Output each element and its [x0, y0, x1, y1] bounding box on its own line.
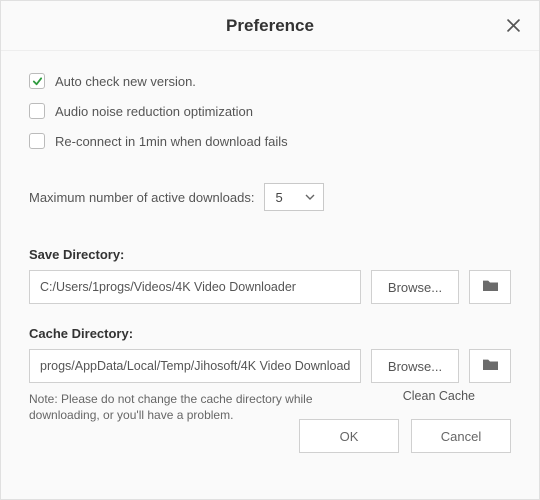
- auto-update-label: Auto check new version.: [55, 74, 196, 89]
- save-dir-open-button[interactable]: [469, 270, 511, 304]
- cache-dir-browse-button[interactable]: Browse...: [371, 349, 459, 383]
- auto-update-checkbox[interactable]: [29, 73, 45, 89]
- auto-update-row: Auto check new version.: [29, 73, 511, 89]
- cache-note: Note: Please do not change the cache dir…: [29, 389, 339, 423]
- reconnect-row: Re-connect in 1min when download fails: [29, 133, 511, 149]
- folder-icon: [482, 278, 499, 297]
- max-downloads-select[interactable]: 5: [264, 183, 324, 211]
- clean-cache-link[interactable]: Clean Cache: [403, 389, 475, 403]
- audio-noise-row: Audio noise reduction optimization: [29, 103, 511, 119]
- save-dir-label: Save Directory:: [29, 247, 511, 262]
- audio-noise-label: Audio noise reduction optimization: [55, 104, 253, 119]
- footer: Note: Please do not change the cache dir…: [29, 389, 511, 459]
- cache-dir-row: Browse...: [29, 349, 511, 383]
- max-downloads-label: Maximum number of active downloads:: [29, 190, 254, 205]
- cache-dir-input[interactable]: [29, 349, 361, 383]
- folder-icon: [482, 357, 499, 376]
- cache-dir-label: Cache Directory:: [29, 326, 511, 341]
- ok-button[interactable]: OK: [299, 419, 399, 453]
- close-icon[interactable]: [501, 13, 525, 37]
- content: Auto check new version. Audio noise redu…: [1, 51, 539, 469]
- max-downloads-value: 5: [275, 190, 282, 205]
- titlebar: Preference: [1, 1, 539, 51]
- chevron-down-icon: [305, 194, 315, 200]
- cancel-button[interactable]: Cancel: [411, 419, 511, 453]
- cache-dir-open-button[interactable]: [469, 349, 511, 383]
- max-downloads-row: Maximum number of active downloads: 5: [29, 183, 511, 211]
- reconnect-label: Re-connect in 1min when download fails: [55, 134, 288, 149]
- save-dir-browse-button[interactable]: Browse...: [371, 270, 459, 304]
- button-row: OK Cancel: [299, 419, 511, 453]
- audio-noise-checkbox[interactable]: [29, 103, 45, 119]
- reconnect-checkbox[interactable]: [29, 133, 45, 149]
- save-dir-input[interactable]: [29, 270, 361, 304]
- save-dir-row: Browse...: [29, 270, 511, 304]
- dialog-title: Preference: [226, 16, 314, 35]
